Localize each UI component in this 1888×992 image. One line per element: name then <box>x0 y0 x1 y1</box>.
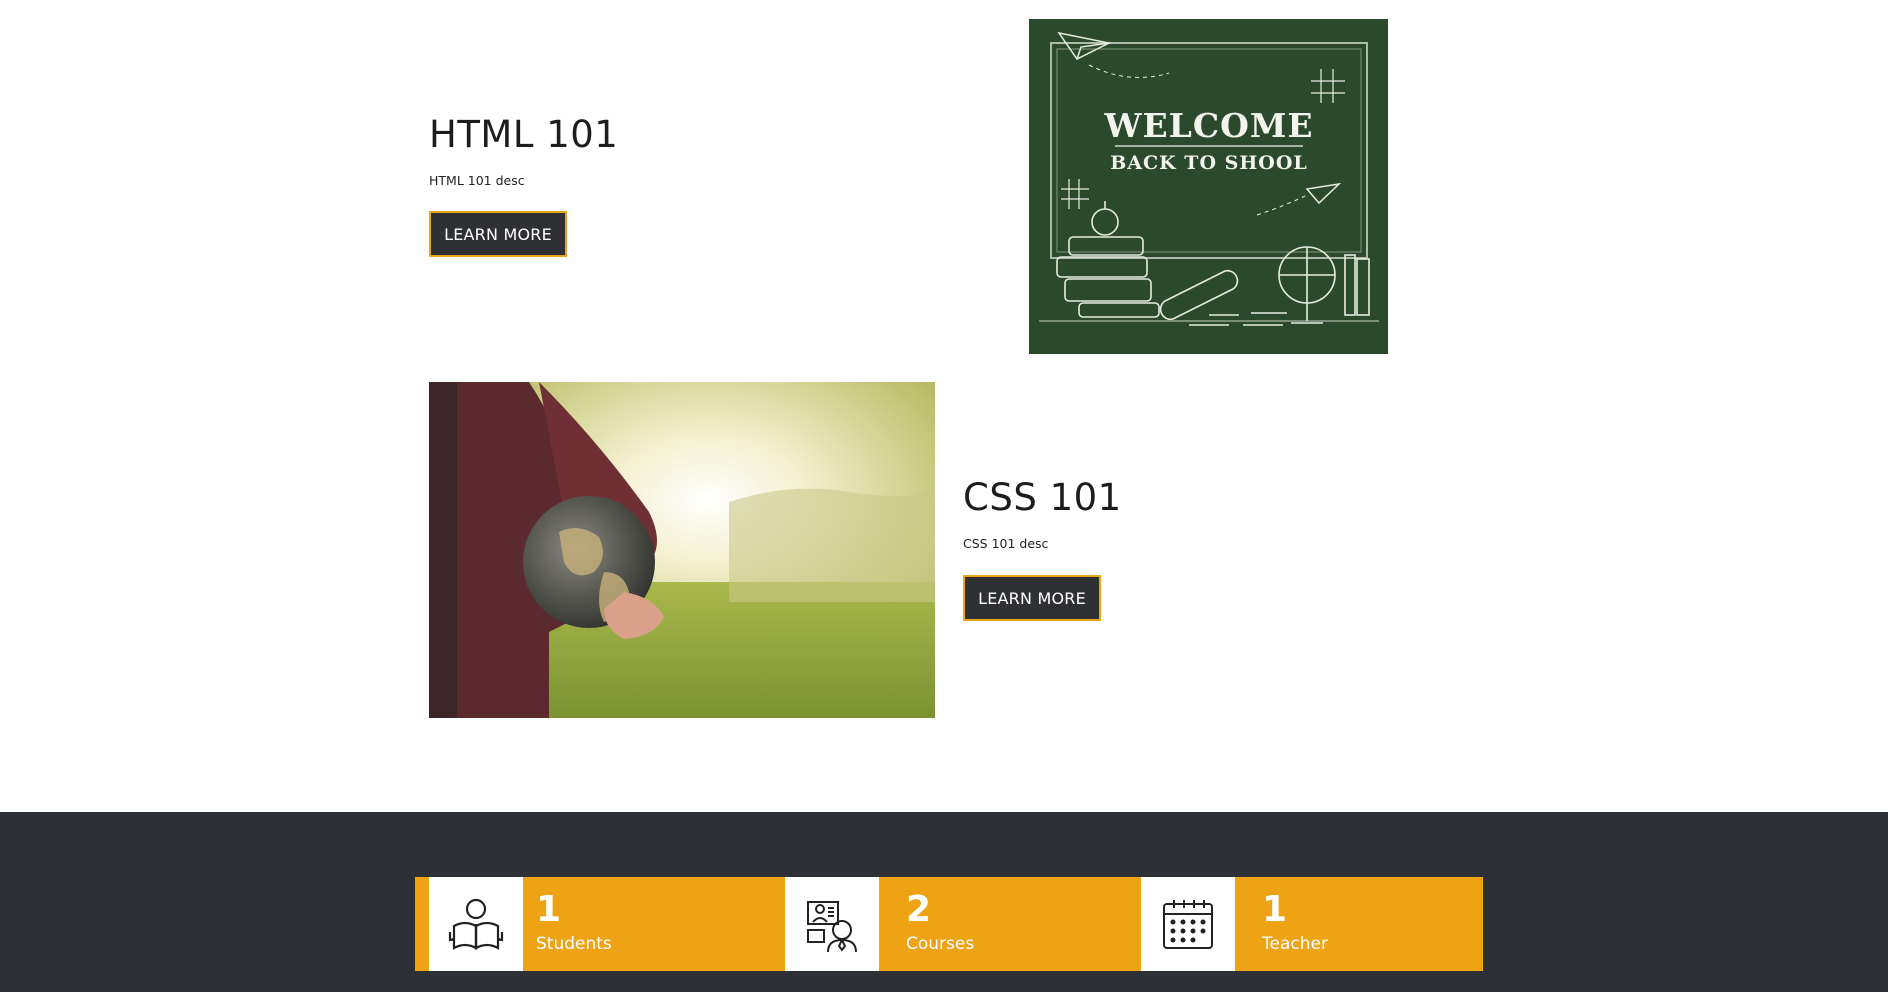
course-description: CSS 101 desc <box>963 536 1049 551</box>
stats-bar: 1 Students 2 Courses 1 Teacher <box>415 877 1483 971</box>
calendar-icon <box>1141 877 1235 971</box>
chalkboard-illustration: WELCOME BACK TO SHOOL <box>1029 19 1388 354</box>
globe-photo <box>429 382 935 718</box>
student-reading-icon <box>429 877 523 971</box>
online-course-icon <box>785 877 879 971</box>
stat-count: 1 <box>1262 889 1288 930</box>
welcome-heading: WELCOME <box>1103 106 1313 145</box>
stats-footer: 1 Students 2 Courses 1 Teacher <box>0 812 1888 992</box>
learn-more-button[interactable]: LEARN MORE <box>429 211 567 257</box>
course-title: CSS 101 <box>963 476 1122 519</box>
stat-students: 1 Students <box>415 877 771 971</box>
stat-teacher: 1 Teacher <box>1141 877 1483 971</box>
stat-count: 1 <box>536 889 562 930</box>
course-description: HTML 101 desc <box>429 173 525 188</box>
learn-more-button[interactable]: LEARN MORE <box>963 575 1101 621</box>
welcome-subheading: BACK TO SHOOL <box>1110 152 1308 174</box>
chalkboard-image: WELCOME BACK TO SHOOL <box>1029 19 1388 354</box>
stat-count: 2 <box>906 889 932 930</box>
globe-photo-illustration <box>429 382 935 718</box>
stat-label: Teacher <box>1262 934 1328 954</box>
stat-courses: 2 Courses <box>785 877 1141 971</box>
stat-label: Courses <box>906 934 975 954</box>
course-title: HTML 101 <box>429 113 619 156</box>
stat-label: Students <box>536 934 612 954</box>
